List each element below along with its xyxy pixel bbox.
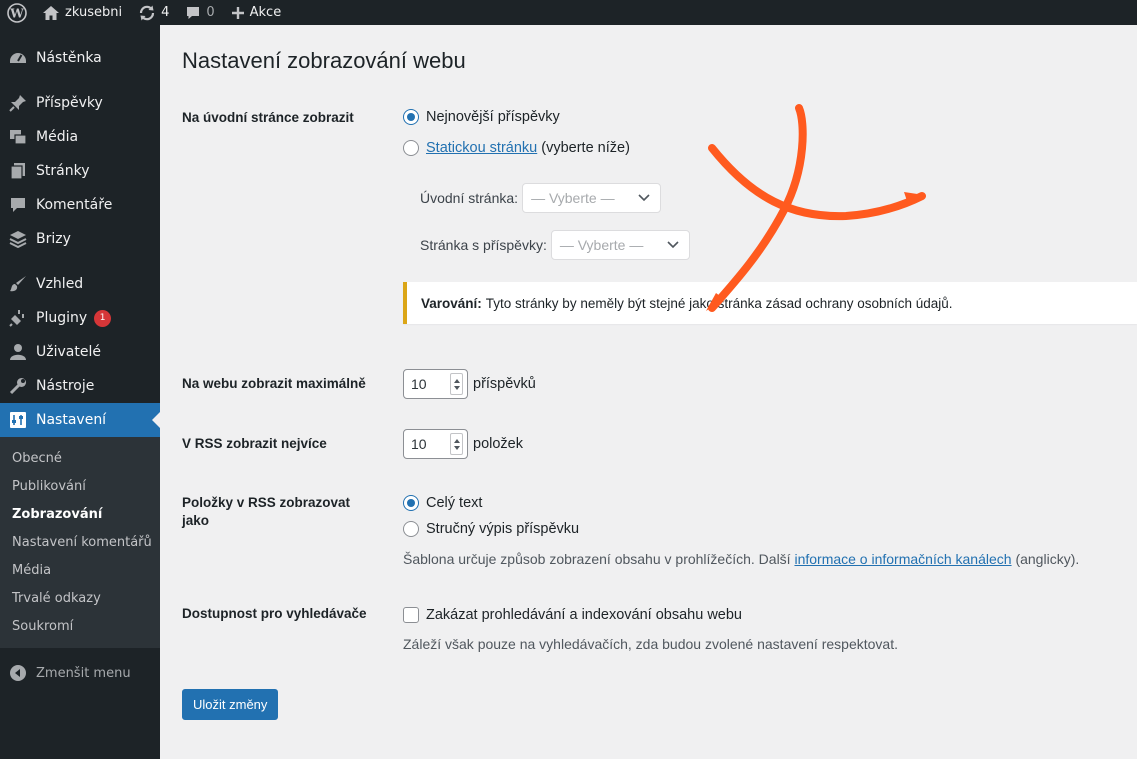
submenu-item-general[interactable]: Obecné [0, 444, 160, 472]
plugins-icon [9, 309, 27, 327]
search-visibility-description: Záleží však pouze na vyhledávačích, zda … [403, 636, 898, 652]
svg-text:W: W [9, 6, 24, 20]
refresh-icon [138, 4, 156, 22]
save-changes-button[interactable]: Uložit změny [182, 689, 279, 720]
appearance-icon [9, 275, 27, 293]
rss-description: Šablona určuje způsob zobrazení obsahu v… [403, 551, 1080, 567]
homepage-select-row: Úvodní stránka: — Vyberte — [420, 183, 662, 213]
comments-icon [9, 196, 27, 214]
postspage-select-row: Stránka s příspěvky: — Vyberte — [420, 230, 690, 260]
comments-link[interactable]: 0 [177, 0, 222, 25]
submenu-item-writing[interactable]: Publikování [0, 472, 160, 500]
rss-content-label: Položky v RSS zobrazovat jako [182, 495, 351, 528]
rss-full-text-radio[interactable] [403, 495, 419, 511]
warning-text: Tyto stránky by neměly být stejné jako s… [485, 295, 953, 311]
posts-per-page-input[interactable]: 10 [403, 369, 468, 399]
static-page-link[interactable]: Statickou stránku [426, 140, 537, 156]
discourage-search-checkbox[interactable] [403, 607, 419, 623]
menu-item-settings[interactable]: Nastavení [0, 403, 160, 437]
updates-link[interactable]: 4 [130, 0, 177, 25]
front-page-options: Nejnovější příspěvky [403, 107, 560, 127]
media-icon [9, 128, 27, 146]
posts-per-page-label: Na webu zobrazit maximálně [182, 376, 366, 391]
rss-count-input[interactable]: 10 [403, 429, 468, 459]
submenu-item-privacy[interactable]: Soukromí [0, 612, 160, 640]
rss-count-label: V RSS zobrazit nejvíce [182, 436, 327, 451]
warning-label: Varování: [421, 295, 482, 311]
menu-item-tools[interactable]: Nástroje [0, 369, 160, 403]
admin-sidebar: Nástěnka Příspěvky Média Stránky Komentá… [0, 25, 160, 759]
discourage-search-option[interactable]: Zakázat prohledávání a indexování obsahu… [403, 605, 742, 625]
static-page-row: Statickou stránku (vyberte níže) [403, 138, 630, 158]
static-page-radio[interactable] [403, 140, 419, 156]
homepage-select-label: Úvodní stránka: [420, 190, 519, 206]
new-content-link[interactable]: Akce [223, 0, 290, 25]
chevron-down-icon [638, 194, 650, 202]
menu-item-plugins[interactable]: Pluginy 1 [0, 301, 160, 335]
menu-item-comments[interactable]: Komentáře [0, 188, 160, 222]
rss-count-unit: položek [473, 436, 523, 452]
collapse-menu-button[interactable]: Zmenšit menu [0, 656, 160, 690]
chevron-down-icon [667, 241, 679, 249]
menu-item-dashboard[interactable]: Nástěnka [0, 41, 160, 75]
rss-excerpt-option[interactable]: Stručný výpis příspěvku [403, 519, 579, 539]
collapse-arrow-icon [9, 664, 27, 682]
menu-item-posts[interactable]: Příspěvky [0, 86, 160, 120]
posts-per-page-row: 10 příspěvků [403, 369, 536, 399]
search-visibility-row: Zakázat prohledávání a indexování obsahu… [403, 605, 742, 625]
postspage-select-label: Stránka s příspěvky: [420, 237, 547, 253]
settings-content: Nastavení zobrazování webu Na úvodní str… [182, 25, 1137, 759]
warning-notice: Varování: Tyto stránky by neměly být ste… [403, 282, 1137, 324]
menu-item-appearance[interactable]: Vzhled [0, 267, 160, 301]
submenu-item-media[interactable]: Média [0, 556, 160, 584]
search-visibility-label: Dostupnost pro vyhledávače [182, 606, 367, 621]
page-title: Nastavení zobrazování webu [182, 48, 466, 73]
menu-item-users[interactable]: Uživatelé [0, 335, 160, 369]
front-page-label: Na úvodní stránce zobrazit [182, 110, 354, 125]
menu-item-media[interactable]: Média [0, 120, 160, 154]
menu-item-brizy[interactable]: Brizy [0, 222, 160, 256]
rss-excerpt-row: Stručný výpis příspěvku [403, 519, 579, 539]
admin-bar: W zkusebni 4 0 Akce [0, 0, 1137, 25]
homepage-select[interactable]: — Vyberte — [522, 183, 662, 213]
brizy-icon [9, 230, 27, 248]
pin-icon [9, 94, 27, 112]
pages-icon [9, 162, 27, 180]
home-icon [42, 5, 60, 21]
wordpress-logo-icon[interactable]: W [0, 0, 34, 25]
posts-per-page-unit: příspěvků [473, 376, 536, 392]
comment-bubble-icon [185, 5, 201, 21]
submenu-item-discussion[interactable]: Nastavení komentářů [0, 528, 160, 556]
rss-count-row: 10 položek [403, 429, 523, 459]
plugins-update-badge: 1 [94, 309, 112, 327]
menu-item-pages[interactable]: Stránky [0, 154, 160, 188]
submenu-item-reading[interactable]: Zobrazování [0, 500, 160, 528]
rss-full-text-option[interactable]: Celý text [403, 493, 482, 513]
users-icon [9, 343, 27, 361]
latest-posts-option[interactable]: Nejnovější příspěvky [403, 107, 560, 127]
rss-full-text-row: Celý text [403, 493, 482, 513]
plus-icon [231, 6, 245, 20]
postspage-select[interactable]: — Vyberte — [550, 230, 690, 260]
submenu-item-permalinks[interactable]: Trvalé odkazy [0, 584, 160, 612]
number-spinner-icon[interactable] [450, 373, 463, 395]
tools-icon [9, 377, 27, 395]
settings-submenu: Obecné Publikování Zobrazování Nastavení… [0, 437, 160, 648]
dashboard-icon [9, 49, 27, 67]
rss-excerpt-radio[interactable] [403, 521, 419, 537]
number-spinner-icon[interactable] [450, 433, 463, 455]
settings-icon [9, 411, 27, 429]
feeds-info-link[interactable]: informace o informačních kanálech [794, 551, 1011, 567]
latest-posts-radio[interactable] [403, 109, 419, 125]
site-name-link[interactable]: zkusebni [34, 0, 130, 25]
static-page-option[interactable]: Statickou stránku (vyberte níže) [403, 138, 630, 158]
